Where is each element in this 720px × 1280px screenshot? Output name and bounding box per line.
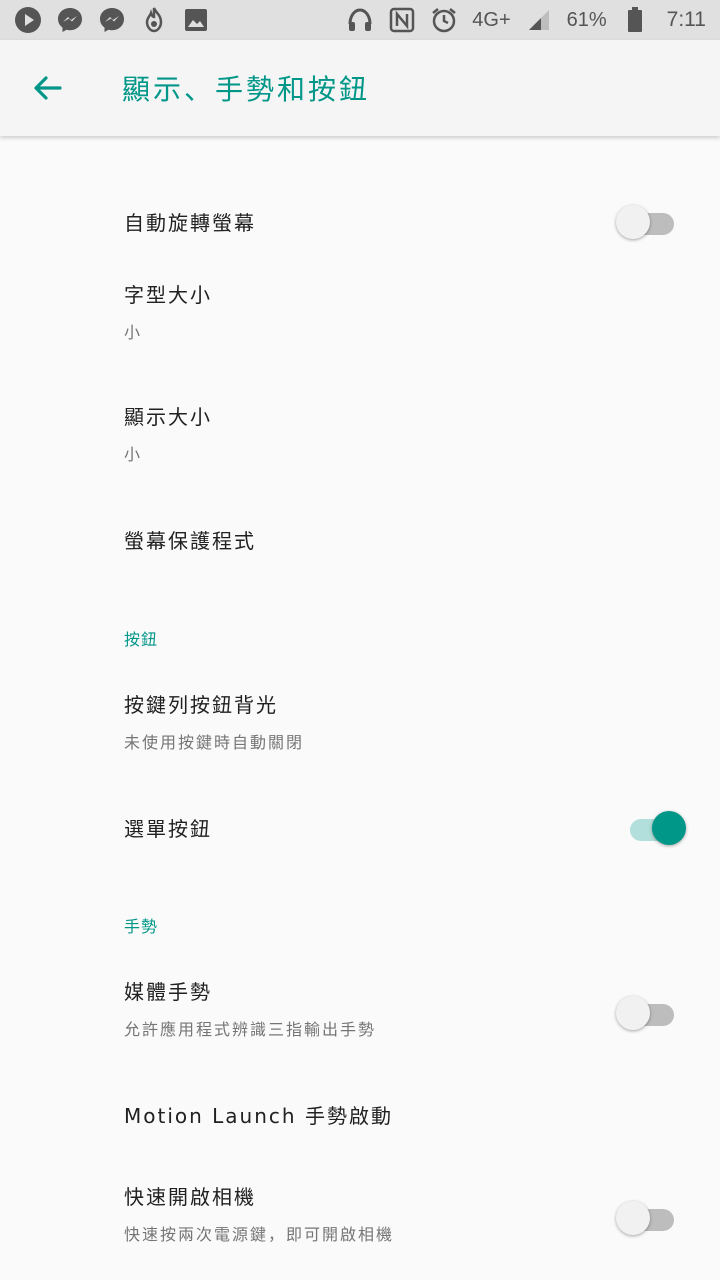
pref-title: 選單按鈕 [124,817,212,841]
section-header-buttons: 按鈕 [124,630,159,649]
battery-percent: 61% [566,8,607,31]
quick-camera-switch[interactable] [616,1198,676,1238]
pref-title: 字型大小 [124,283,212,307]
switch-thumb [616,205,650,239]
pref-title: 媒體手勢 [124,980,212,1004]
pref-title: 自動旋轉螢幕 [124,211,256,235]
pref-font-size[interactable]: 字型大小 小 [0,266,720,386]
status-notifications [14,6,210,34]
pref-summary: 小 [124,323,143,342]
pref-summary: 快速按兩次電源鍵，即可開啟相機 [124,1225,395,1244]
messenger-icon [56,6,84,34]
play-icon [14,6,42,34]
nfc-icon [388,6,416,34]
pref-summary: 未使用按鍵時自動關閉 [124,733,305,752]
pref-title: Motion Launch 手勢啟動 [124,1104,393,1128]
app-bar: 顯示、手勢和按鈕 [0,40,720,136]
pref-media-gestures[interactable]: 媒體手勢 允許應用程式辨識三指輸出手勢 [0,961,720,1071]
switch-thumb [616,1201,650,1235]
pref-summary: 允許應用程式辨識三指輸出手勢 [124,1020,377,1039]
pref-title: 螢幕保護程式 [124,529,256,553]
switch-thumb [652,811,686,845]
pref-quick-camera[interactable]: 快速開啟相機 快速按兩次電源鍵，即可開啟相機 [0,1166,720,1276]
page-title: 顯示、手勢和按鈕 [122,73,371,106]
arrow-left-icon [34,76,62,100]
network-type: 4G+ [472,8,511,31]
pref-title: 顯示大小 [124,405,212,429]
clock: 7:11 [666,8,706,31]
battery-icon [621,6,649,34]
pref-title: 快速開啟相機 [124,1185,256,1209]
back-button[interactable] [20,60,76,116]
pref-key-backlight[interactable]: 按鍵列按鈕背光 未使用按鍵時自動關閉 [0,676,720,776]
status-bar: 4G+ 61% 7:11 [0,0,720,40]
settings-list: 自動旋轉螢幕 字型大小 小 顯示大小 小 螢幕保護程式 按鈕 按鍵列按鈕背光 未… [0,136,720,1280]
auto-rotate-switch[interactable] [616,202,676,242]
pref-menu-button[interactable]: 選單按鈕 [0,786,720,876]
fire-app-icon [140,6,168,34]
pref-motion-launch[interactable]: Motion Launch 手勢啟動 [0,1081,720,1151]
menu-button-switch[interactable] [616,808,686,848]
pref-display-size[interactable]: 顯示大小 小 [0,388,720,508]
pref-auto-rotate[interactable]: 自動旋轉螢幕 [0,146,720,276]
switch-thumb [616,996,650,1030]
pref-screensaver[interactable]: 螢幕保護程式 [0,502,720,592]
section-header-gestures: 手勢 [124,917,159,936]
media-gestures-switch[interactable] [616,993,676,1033]
pref-summary: 小 [124,445,143,464]
messenger-icon [98,6,126,34]
status-system: 4G+ 61% 7:11 [346,6,706,34]
pref-title: 按鍵列按鈕背光 [124,693,278,717]
alarm-icon [430,6,458,34]
headphones-icon [346,6,374,34]
image-icon [182,6,210,34]
signal-icon [525,6,553,34]
